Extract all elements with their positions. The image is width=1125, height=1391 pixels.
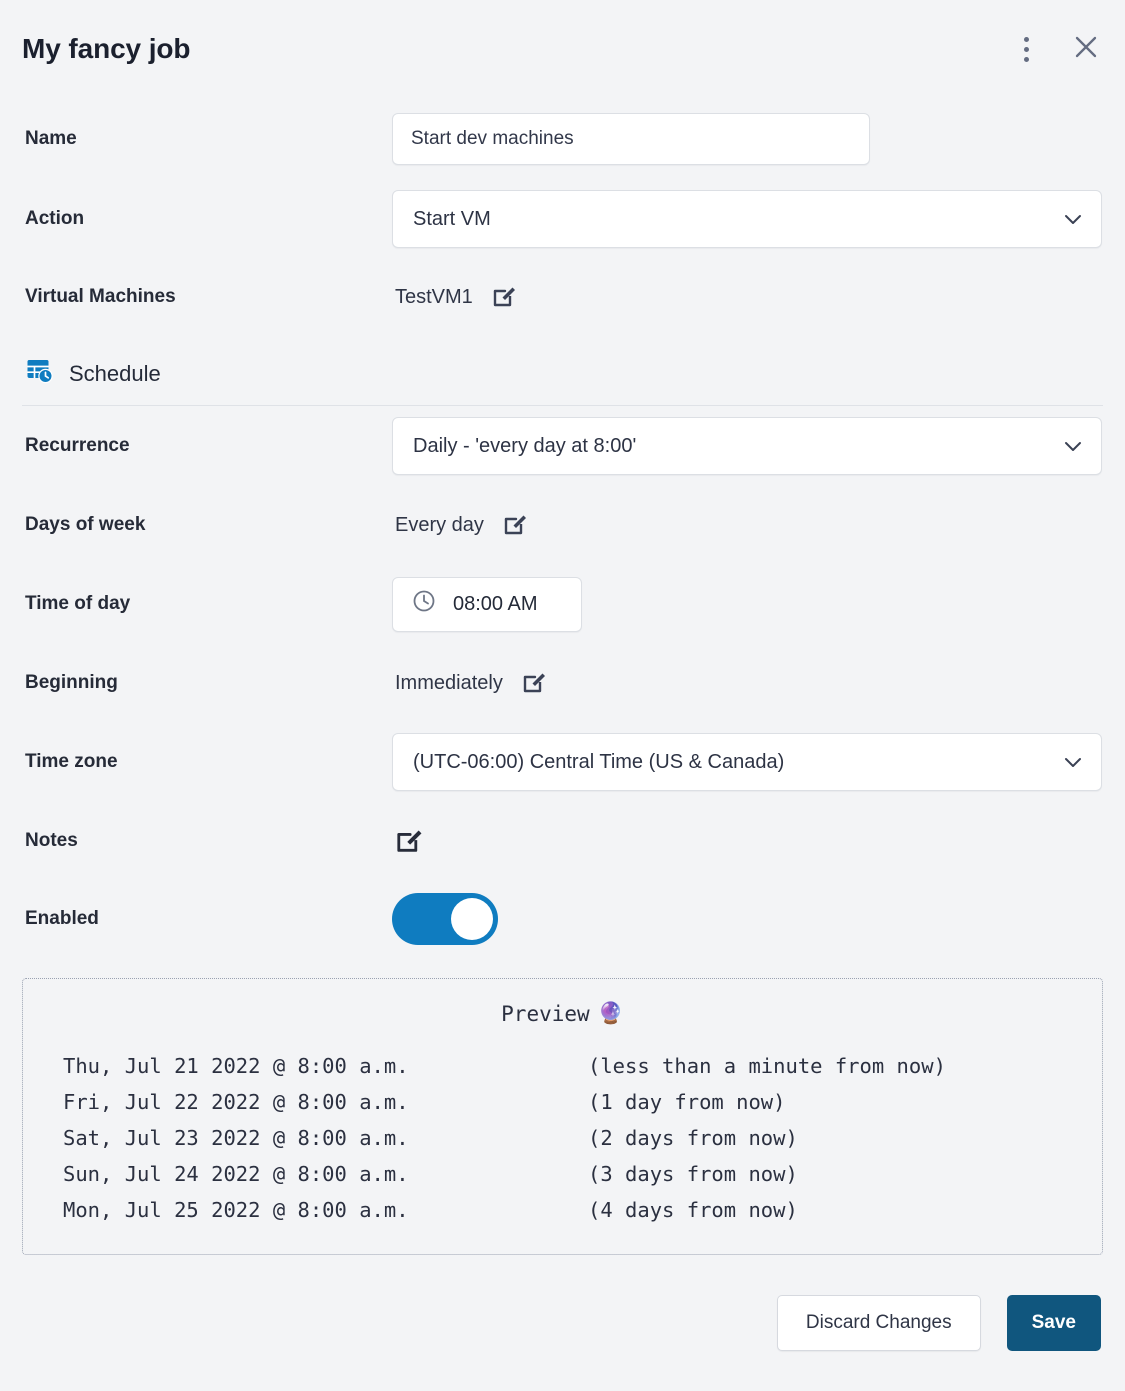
preview-panel: Preview 🔮 Thu, Jul 21 2022 @ 8:00 a.m. (… [22, 978, 1103, 1255]
notes-label: Notes [25, 830, 78, 851]
recurrence-select-value: Daily - 'every day at 8:00' [413, 434, 637, 457]
preview-row: Mon, Jul 25 2022 @ 8:00 a.m. (4 days fro… [63, 1192, 1102, 1228]
chevron-down-icon [1061, 434, 1085, 458]
enabled-label: Enabled [25, 908, 99, 929]
edit-icon[interactable] [392, 822, 426, 861]
field-row-beginning: Beginning Immediately [22, 644, 1103, 722]
discard-changes-button[interactable]: Discard Changes [776, 1295, 981, 1351]
preview-datetime: Mon, Jul 25 2022 @ 8:00 a.m. [63, 1198, 409, 1222]
clock-icon [411, 588, 437, 620]
field-row-enabled: Enabled [22, 880, 1103, 958]
chevron-down-icon [1061, 750, 1085, 774]
enabled-toggle[interactable] [392, 893, 498, 945]
virtual-machines-label: Virtual Machines [25, 286, 176, 307]
preview-datetime: Sat, Jul 23 2022 @ 8:00 a.m. [63, 1126, 409, 1150]
time-zone-label: Time zone [25, 751, 118, 772]
time-of-day-label: Time of day [25, 593, 131, 614]
preview-row: Sun, Jul 24 2022 @ 8:00 a.m. (3 days fro… [63, 1156, 1102, 1192]
days-of-week-label: Days of week [25, 514, 146, 535]
days-of-week-value: Every day [395, 513, 484, 536]
field-row-days-of-week: Days of week Every day [22, 486, 1103, 564]
time-zone-select[interactable]: (UTC-06:00) Central Time (US & Canada) [392, 733, 1102, 791]
chevron-down-icon [1061, 207, 1085, 231]
time-of-day-input[interactable]: 08:00 AM [392, 576, 582, 632]
toggle-knob [451, 898, 493, 940]
preview-datetime: Thu, Jul 21 2022 @ 8:00 a.m. [63, 1054, 409, 1078]
preview-row: Thu, Jul 21 2022 @ 8:00 a.m. (less than … [63, 1048, 1102, 1084]
panel-header: My fancy job [22, 0, 1103, 98]
field-row-recurrence: Recurrence Daily - 'every day at 8:00' [22, 406, 1103, 486]
job-edit-panel: My fancy job Name Start dev machines Act… [0, 0, 1125, 1391]
schedule-section-header: Schedule [22, 336, 1103, 406]
preview-relative: (3 days from now) [588, 1162, 798, 1186]
name-input[interactable]: Start dev machines [392, 113, 870, 165]
field-row-name: Name Start dev machines [22, 98, 1103, 180]
time-of-day-value: 08:00 AM [453, 592, 538, 615]
preview-rows: Thu, Jul 21 2022 @ 8:00 a.m. (less than … [23, 1048, 1102, 1228]
field-row-action: Action Start VM [22, 180, 1103, 258]
time-zone-select-value: (UTC-06:00) Central Time (US & Canada) [413, 750, 785, 773]
preview-title-text: Preview [501, 1001, 590, 1026]
name-label: Name [25, 128, 77, 149]
edit-icon[interactable] [500, 508, 530, 543]
preview-datetime: Sun, Jul 24 2022 @ 8:00 a.m. [63, 1162, 409, 1186]
page-title: My fancy job [22, 33, 191, 64]
kebab-menu-icon [1023, 36, 1029, 62]
crystal-ball-icon: 🔮 [597, 1001, 624, 1025]
kebab-menu-button[interactable] [1009, 32, 1043, 66]
action-select[interactable]: Start VM [392, 190, 1102, 248]
schedule-calendar-clock-icon [25, 356, 55, 391]
preview-datetime: Fri, Jul 22 2022 @ 8:00 a.m. [63, 1090, 409, 1114]
preview-relative: (1 day from now) [588, 1090, 786, 1114]
field-row-time-of-day: Time of day 08:00 AM [22, 564, 1103, 644]
preview-relative: (less than a minute from now) [588, 1054, 946, 1078]
recurrence-label: Recurrence [25, 435, 130, 456]
action-label: Action [25, 208, 85, 229]
save-button[interactable]: Save [1006, 1295, 1101, 1351]
header-actions [1009, 32, 1103, 66]
preview-relative: (2 days from now) [588, 1126, 798, 1150]
preview-title: Preview 🔮 [23, 1001, 1102, 1048]
beginning-value: Immediately [395, 671, 503, 694]
edit-icon[interactable] [489, 280, 519, 315]
field-row-time-zone: Time zone (UTC-06:00) Central Time (US &… [22, 722, 1103, 802]
beginning-label: Beginning [25, 672, 118, 693]
panel-footer: Discard Changes Save [22, 1255, 1103, 1391]
field-row-notes: Notes [22, 802, 1103, 880]
preview-relative: (4 days from now) [588, 1198, 798, 1222]
recurrence-select[interactable]: Daily - 'every day at 8:00' [392, 417, 1102, 475]
edit-icon[interactable] [519, 666, 549, 701]
virtual-machines-value: TestVM1 [395, 285, 473, 308]
close-icon [1073, 34, 1099, 65]
action-select-value: Start VM [413, 207, 491, 230]
close-button[interactable] [1069, 32, 1103, 66]
preview-row: Fri, Jul 22 2022 @ 8:00 a.m. (1 day from… [63, 1084, 1102, 1120]
field-row-virtual-machines: Virtual Machines TestVM1 [22, 258, 1103, 336]
schedule-section-title: Schedule [69, 360, 161, 386]
preview-row: Sat, Jul 23 2022 @ 8:00 a.m. (2 days fro… [63, 1120, 1102, 1156]
